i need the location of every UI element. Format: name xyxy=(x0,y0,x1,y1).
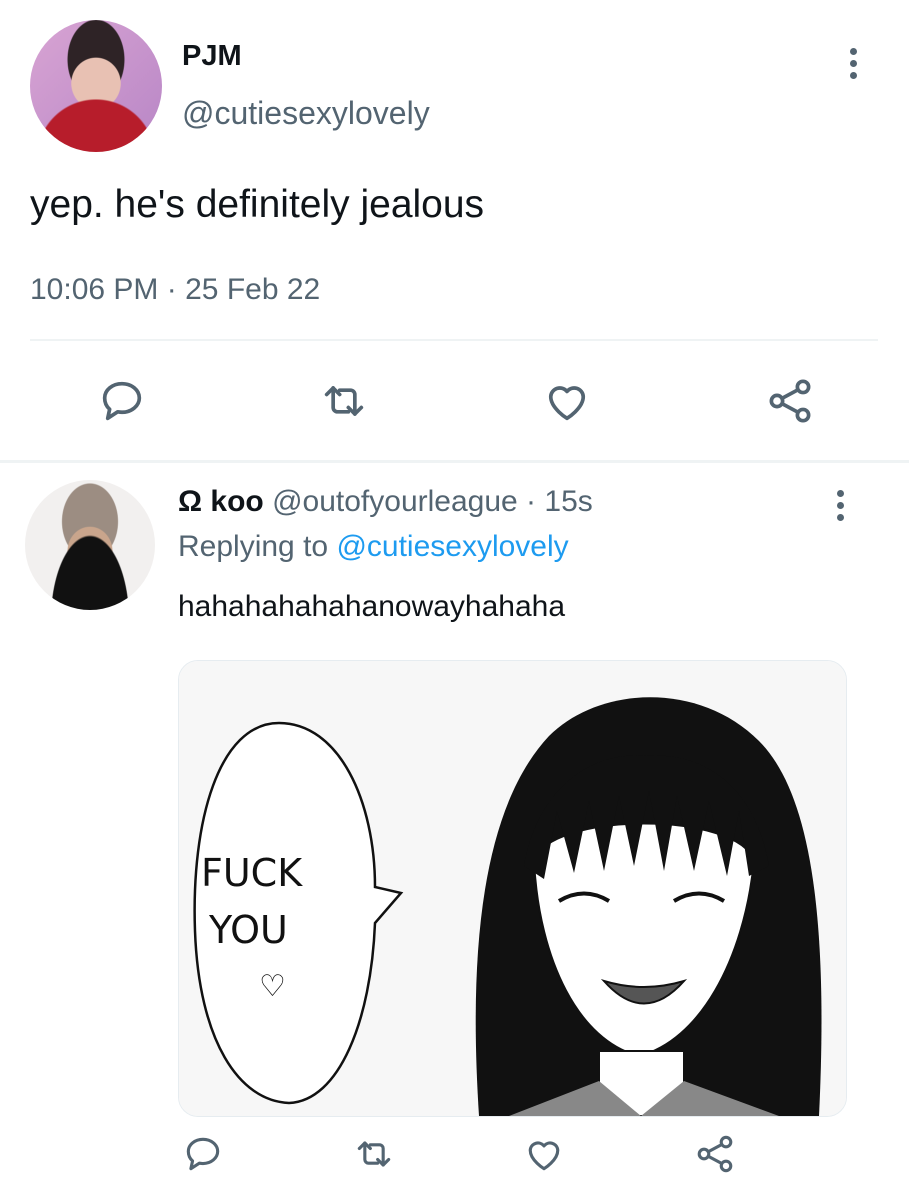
reply-time[interactable]: 15s xyxy=(544,485,592,518)
reply-author-name[interactable]: Ω koo xyxy=(178,485,264,518)
tweet-date: 25 Feb 22 xyxy=(185,273,321,306)
reply-icon[interactable] xyxy=(181,1132,225,1176)
replying-to-handle[interactable]: @cutiesexylovely xyxy=(336,530,568,563)
speech-text-line1: FUCK xyxy=(201,851,303,895)
reply-separator: · xyxy=(526,485,537,518)
author-handle[interactable]: @cutiesexylovely xyxy=(182,95,430,132)
share-icon[interactable] xyxy=(764,375,816,427)
section-divider xyxy=(0,460,909,463)
retweet-icon[interactable] xyxy=(318,375,370,427)
meta-separator: · xyxy=(166,273,177,306)
reply-author-avatar[interactable] xyxy=(25,480,155,610)
author-avatar[interactable] xyxy=(30,20,162,152)
retweet-icon[interactable] xyxy=(352,1132,396,1176)
replying-to-label: Replying to xyxy=(178,530,329,563)
reply-more-options-icon[interactable] xyxy=(833,488,849,524)
divider xyxy=(30,339,878,341)
tweet-timestamp[interactable]: 10:06 PM · 25 Feb 22 xyxy=(30,273,320,307)
manga-panel-illustration: FUCK YOU ♡ xyxy=(179,661,846,1116)
share-icon[interactable] xyxy=(693,1132,737,1176)
like-icon[interactable] xyxy=(541,375,593,427)
like-icon[interactable] xyxy=(522,1132,566,1176)
reply-media-image[interactable]: FUCK YOU ♡ xyxy=(178,660,847,1117)
reply-header: Ω koo @outofyourleague · 15s xyxy=(178,485,593,519)
more-options-icon[interactable] xyxy=(846,46,862,82)
reply-text: hahahahahahanowayhahaha xyxy=(178,590,566,623)
reply-icon[interactable] xyxy=(96,375,148,427)
tweet-time: 10:06 PM xyxy=(30,273,159,306)
reply-author-handle[interactable]: @outofyourleague xyxy=(272,485,518,518)
replying-to: Replying to @cutiesexylovely xyxy=(178,530,569,564)
tweet-text: yep. he's definitely jealous xyxy=(30,183,485,226)
speech-text-line2: YOU xyxy=(208,908,288,952)
author-name[interactable]: PJM xyxy=(182,40,242,73)
speech-heart: ♡ xyxy=(259,969,286,1004)
